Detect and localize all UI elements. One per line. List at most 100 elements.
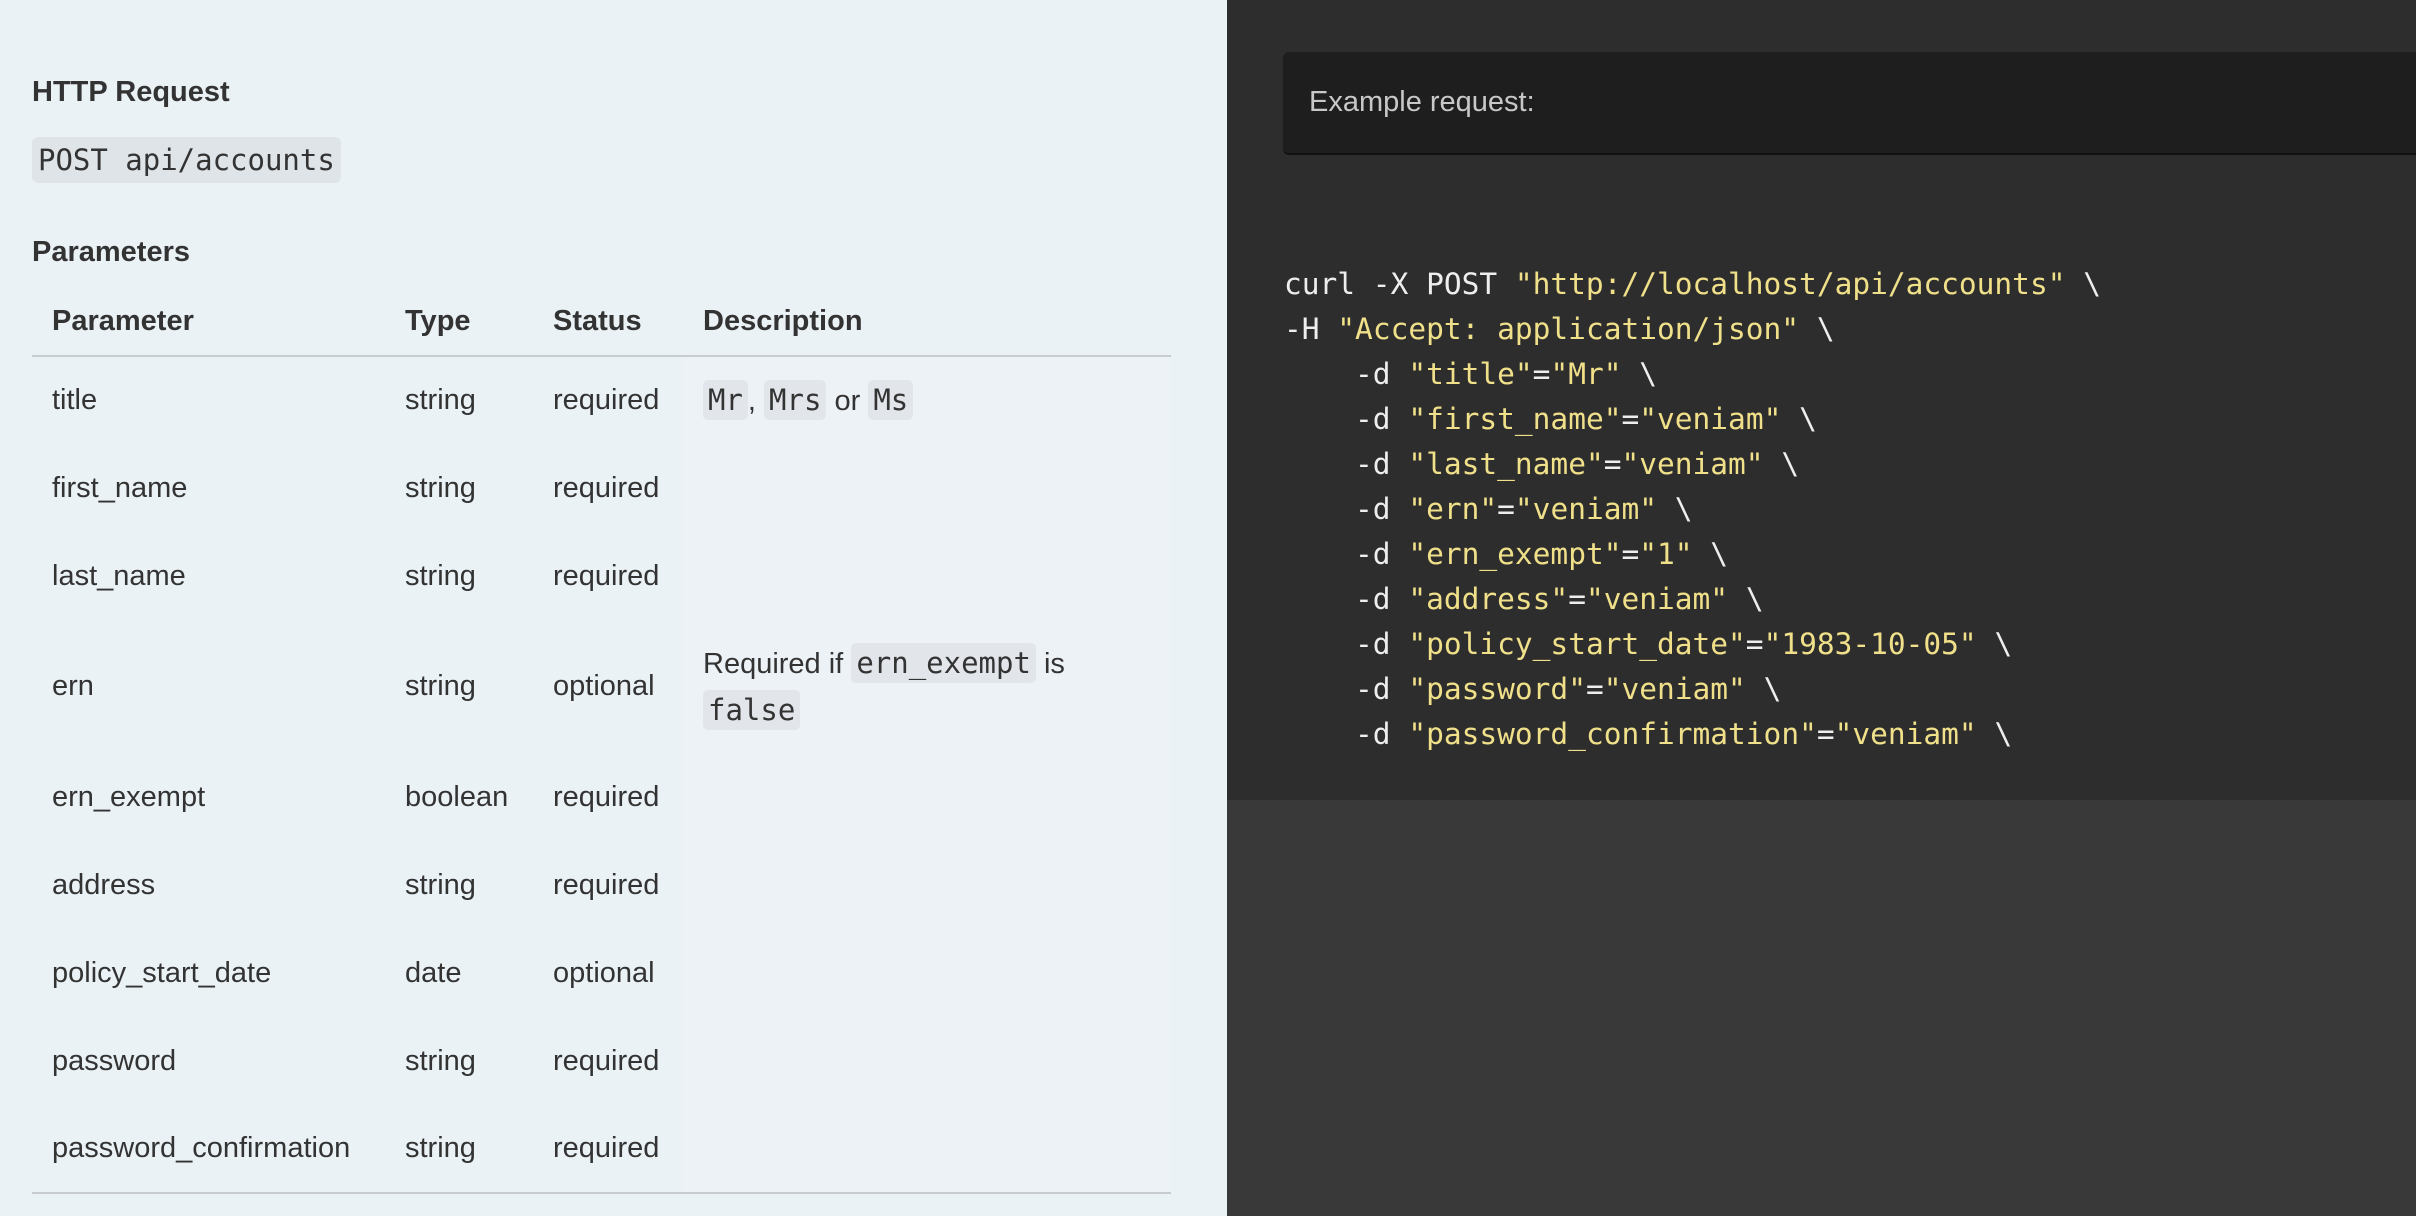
code-string: "http://localhost/api/accounts" [1514,267,2066,301]
code-flag: -H [1284,312,1338,346]
documentation-pane: HTTP Request POST api/accounts Parameter… [0,0,1227,1216]
code-flag: -d [1355,582,1409,616]
code-line: -d "ern_exempt"="1" \ [1284,532,2101,577]
table-header-row: Parameter Type Status Description [32,288,1171,357]
endpoint-code: POST api/accounts [32,137,341,183]
code-value: "Mr" [1550,357,1622,391]
code-value: "veniam" [1514,492,1658,526]
code-string: "Accept: application/json" [1337,312,1800,346]
header-description: Description [683,288,1171,357]
example-request-bar: Example request: [1283,52,2416,155]
http-request-heading: HTTP Request [32,76,230,108]
param-status: required [553,868,660,901]
param-description [683,753,1171,841]
code-flag: -d [1355,537,1409,571]
code-flag: -d [1355,492,1409,526]
code-chip: Mrs [764,380,827,420]
param-description [683,841,1171,929]
param-name: title [52,384,98,416]
code-equals: = [1816,717,1835,751]
description-text: Required if [703,647,852,680]
param-name: address [52,868,156,901]
curl-code: curl -X POST "http://localhost/api/accou… [1284,262,2101,757]
code-chip: Ms [868,380,914,420]
code-continuation: \ [1976,627,2013,661]
code-chip: false [703,689,801,730]
param-type: string [405,868,476,901]
param-status: required [553,780,660,813]
param-type: string [405,384,476,416]
code-value: "1983-10-05" [1763,627,1977,661]
code-flag: -d [1355,627,1409,661]
header-parameter: Parameter [32,288,385,357]
param-name: last_name [52,559,186,592]
code-key: "password" [1408,672,1586,706]
code-continuation: \ [1763,447,1800,481]
description-text: is [1035,647,1065,680]
code-key: "first_name" [1408,402,1622,436]
param-type: string [405,559,476,592]
code-equals: = [1585,672,1604,706]
code-flag: curl -X POST [1284,267,1515,301]
code-value: "veniam" [1603,672,1746,706]
code-continuation: \ [1728,582,1764,616]
table-row: ern string optional Required if ern_exem… [32,620,1171,753]
param-status: optional [553,956,655,989]
param-description [683,1017,1171,1105]
code-continuation: \ [1976,717,2013,751]
code-chip: ern_exempt [851,642,1036,683]
param-description: Mr, Mrs or Ms [683,356,1171,444]
parameters-heading: Parameters [32,236,190,268]
code-key: "password_confirmation" [1408,717,1817,751]
code-continuation: \ [2065,267,2101,301]
code-continuation: \ [1799,312,1835,346]
code-value: "veniam" [1639,402,1782,436]
code-value: "1" [1639,537,1693,571]
table-row: password_confirmation string required [32,1105,1171,1194]
separator: or [826,385,869,417]
table-row: address string required [32,841,1171,929]
code-flag: -d [1355,717,1409,751]
code-equals: = [1568,582,1586,616]
param-name: ern_exempt [52,780,206,813]
code-continuation: \ [1692,537,1729,571]
param-name: password [52,1044,177,1077]
param-type: boolean [405,780,509,813]
param-status: optional [553,670,655,702]
table-row: last_name string required [32,532,1171,620]
code-line: -d "ern"="veniam" \ [1284,487,2101,532]
code-example-pane: Example request: curl -X POST "http://lo… [1227,0,2416,1216]
code-flag: -d [1355,447,1409,481]
code-line: -d "first_name"="veniam" \ [1284,397,2101,442]
code-line: -d "address"="veniam" \ [1284,577,2101,622]
separator: , [747,385,765,417]
table-row: ern_exempt boolean required [32,753,1171,841]
table-row: policy_start_date date optional [32,929,1171,1017]
table-row: title string required Mr, Mrs or Ms [32,356,1171,444]
param-status: required [533,1105,683,1194]
code-line: -d "title"="Mr" \ [1284,352,2101,397]
param-description [683,532,1171,620]
param-type: string [405,670,476,702]
code-continuation: \ [1621,357,1658,391]
code-equals: = [1745,627,1764,661]
param-name: policy_start_date [52,956,272,989]
code-continuation: \ [1781,402,1817,436]
code-key: "ern" [1408,492,1498,526]
code-value: "veniam" [1585,582,1729,616]
param-status: required [553,1044,660,1077]
api-docs-page: HTTP Request POST api/accounts Parameter… [0,0,2416,1216]
param-type: string [385,1105,533,1194]
param-name: first_name [52,471,188,504]
table-row: first_name string required [32,444,1171,532]
code-key: "policy_start_date" [1408,627,1746,661]
code-continuation: \ [1745,672,1782,706]
